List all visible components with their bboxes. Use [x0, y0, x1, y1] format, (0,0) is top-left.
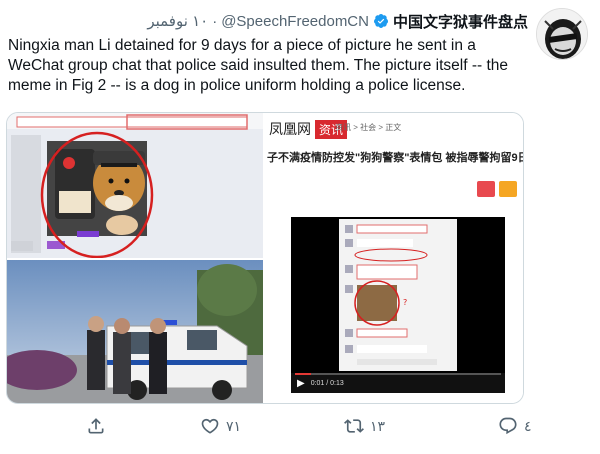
news-share-buttons — [477, 181, 517, 197]
video-progress-fill — [295, 373, 312, 375]
share-icon — [88, 418, 104, 434]
chat-screenshot-image: ? — [339, 219, 457, 371]
news-headline: 子不满疫情防控发"狗狗警察"表情包 被指辱警拘留9日 — [267, 152, 524, 164]
retweet-count: ١٣ — [370, 417, 386, 434]
svg-text:?: ? — [403, 298, 407, 307]
tweet-header: 中国文字狱事件盘点 @SpeechFreedomCN · ١٠ نوفمبر — [147, 10, 528, 32]
news-breadcrumb: 资讯 > 社会 > 正文 — [335, 123, 402, 132]
video-controls: ▶ 0:01 / 0:13 — [291, 373, 505, 393]
video-frame: ? — [339, 219, 457, 371]
tweet[interactable]: 中国文字狱事件盘点 @SpeechFreedomCN · ١٠ نوفمبر N… — [0, 0, 600, 454]
share-button[interactable] — [86, 416, 106, 436]
media-left-column — [7, 113, 263, 403]
video-progress-bar[interactable] — [295, 373, 501, 375]
video-time: 0:01 / 0:13 — [310, 379, 344, 387]
handle[interactable]: @SpeechFreedomCN — [221, 13, 369, 30]
media-meme-screenshot[interactable] — [7, 113, 263, 258]
like-count: ٧١ — [226, 417, 242, 434]
action-bar: ٤ ١٣ ٧١ — [0, 412, 600, 442]
media-news-article[interactable]: 凤凰网 资讯 资讯 > 社会 > 正文 子不满疫情防控发"狗狗警察"表情包 被指… — [265, 113, 524, 403]
retweet-button[interactable]: ١٣ — [344, 416, 385, 436]
police-photo-image — [7, 260, 263, 403]
retweet-icon — [344, 419, 364, 433]
like-button[interactable]: ٧١ — [200, 416, 241, 436]
avatar-image — [537, 9, 587, 59]
separator-dot: · — [212, 12, 218, 30]
meme-screenshot-image — [7, 113, 263, 258]
share-weibo-icon[interactable] — [477, 181, 495, 197]
media-grid[interactable]: 凤凰网 资讯 资讯 > 社会 > 正文 子不满疫情防控发"狗狗警察"表情包 被指… — [6, 112, 524, 404]
reply-count: ٤ — [524, 417, 532, 434]
avatar[interactable] — [536, 8, 588, 60]
play-icon[interactable]: ▶ — [297, 378, 305, 389]
reply-button[interactable]: ٤ — [498, 416, 532, 436]
verified-icon — [373, 13, 389, 29]
media-police-photo[interactable] — [7, 260, 263, 403]
tweet-text: Ningxia man Li detained for 9 days for a… — [8, 37, 508, 94]
like-icon — [201, 418, 219, 434]
reply-icon — [499, 417, 517, 435]
news-site-name: 凤凰网 — [269, 122, 311, 138]
share-star-icon[interactable] — [499, 181, 517, 197]
display-name[interactable]: 中国文字狱事件盘点 — [393, 11, 528, 32]
timestamp[interactable]: ١٠ نوفمبر — [147, 12, 208, 30]
video-player[interactable]: ? ▶ 0:01 / 0:13 — [291, 217, 505, 393]
